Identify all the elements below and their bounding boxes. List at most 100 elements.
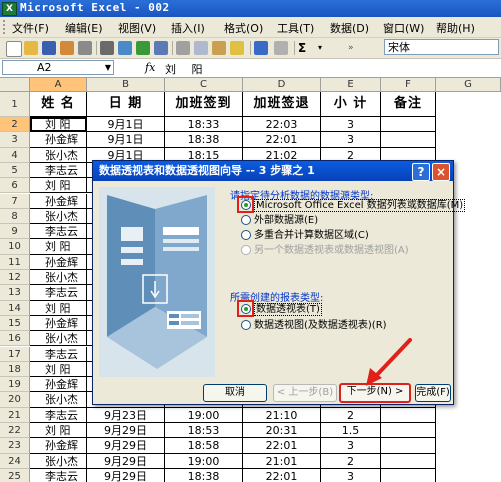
radio-consolidation[interactable]: 多重合并计算数据区域(C) (241, 229, 369, 242)
close-icon[interactable]: × (432, 163, 450, 181)
row-header-13[interactable]: 13 (0, 285, 30, 301)
row-header-18[interactable]: 18 (0, 361, 30, 378)
permission-icon[interactable] (60, 41, 74, 55)
row-header-16[interactable]: 16 (0, 331, 30, 347)
table-header-cell[interactable]: 小 计 (321, 92, 381, 117)
table-cell[interactable]: 李志云 (30, 346, 87, 362)
row-header-15[interactable]: 15 (0, 315, 30, 332)
menu-tools[interactable]: 工具(T) (277, 20, 314, 36)
table-cell[interactable]: 22:01 (243, 438, 321, 454)
autosum-dropdown-icon[interactable]: ▾ (318, 41, 332, 55)
row-header-1[interactable]: 1 (0, 92, 30, 117)
radio-excel-list[interactable]: Microsoft Office Excel 数据列表或数据库(M) (241, 199, 466, 212)
column-header-f[interactable]: F (381, 78, 436, 92)
table-cell[interactable]: 刘 阳 (30, 423, 87, 439)
table-cell[interactable]: 李志云 (30, 407, 87, 423)
table-cell[interactable]: 孙金辉 (30, 315, 87, 332)
row-header-3[interactable]: 3 (0, 132, 30, 148)
menu-edit[interactable]: 编辑(E) (65, 20, 103, 36)
table-cell[interactable]: 9月29日 (87, 468, 165, 482)
table-cell[interactable]: 18:38 (165, 132, 243, 148)
table-cell[interactable]: 张小杰 (30, 331, 87, 347)
column-header-e[interactable]: E (321, 78, 381, 92)
row-header-21[interactable]: 21 (0, 407, 30, 423)
table-cell-remark[interactable] (381, 132, 436, 148)
table-header-cell[interactable]: 加班签退 (243, 92, 321, 117)
cut-icon[interactable] (176, 41, 190, 55)
row-header-12[interactable]: 12 (0, 270, 30, 286)
table-header-cell[interactable]: 日 期 (87, 92, 165, 117)
table-cell[interactable]: 22:01 (243, 468, 321, 482)
table-header-cell[interactable]: 备注 (381, 92, 436, 117)
column-header-d[interactable]: D (243, 78, 321, 92)
column-header-b[interactable]: B (87, 78, 165, 92)
menu-window[interactable]: 窗口(W) (383, 20, 424, 36)
print-icon[interactable] (100, 41, 114, 55)
table-cell[interactable]: 9月29日 (87, 438, 165, 454)
column-header-a[interactable]: A (30, 78, 87, 92)
table-cell[interactable]: 9月29日 (87, 453, 165, 469)
email-icon[interactable] (78, 41, 92, 55)
table-cell[interactable]: 18:58 (165, 438, 243, 454)
font-name-box[interactable]: 宋体 (384, 39, 499, 55)
row-header-23[interactable]: 23 (0, 438, 30, 454)
table-header-cell[interactable]: 姓 名 (30, 92, 87, 117)
table-cell[interactable]: 18:38 (165, 468, 243, 482)
autosum-icon[interactable]: Σ (298, 41, 312, 55)
row-header-25[interactable]: 25 (0, 468, 30, 482)
row-header-8[interactable]: 8 (0, 208, 30, 225)
row-header-2[interactable]: 2 (0, 117, 30, 133)
row-header-19[interactable]: 19 (0, 377, 30, 393)
finish-button[interactable]: 完成(F) (415, 384, 451, 402)
table-cell[interactable]: 张小杰 (30, 147, 87, 163)
undo-icon[interactable] (254, 41, 268, 55)
table-cell[interactable]: 张小杰 (30, 453, 87, 469)
save-icon[interactable] (42, 41, 56, 55)
row-header-22[interactable]: 22 (0, 423, 30, 439)
row-header-20[interactable]: 20 (0, 392, 30, 408)
table-cell[interactable]: 1.5 (321, 423, 381, 439)
table-cell[interactable]: 9月1日 (87, 117, 165, 133)
copy-icon[interactable] (194, 41, 208, 55)
format-painter-icon[interactable] (230, 41, 244, 55)
menu-file[interactable]: 文件(F) (12, 20, 49, 36)
table-cell[interactable]: 22:03 (243, 117, 321, 133)
next-button[interactable]: 下一步(N) > (339, 383, 411, 403)
table-cell[interactable]: 20:31 (243, 423, 321, 439)
table-cell[interactable]: 18:53 (165, 423, 243, 439)
menu-format[interactable]: 格式(O) (224, 20, 263, 36)
radio-external-source[interactable]: 外部数据源(E) (241, 214, 318, 227)
name-box[interactable]: A2 ▼ (2, 60, 114, 75)
formula-content[interactable]: 刘 阳 (165, 61, 209, 77)
table-cell-remark[interactable] (381, 423, 436, 439)
menu-help[interactable]: 帮助(H) (436, 20, 475, 36)
row-header-7[interactable]: 7 (0, 193, 30, 209)
table-cell[interactable]: 19:00 (165, 453, 243, 469)
table-cell[interactable]: 孙金辉 (30, 132, 87, 148)
table-cell[interactable]: 刘 阳 (30, 239, 87, 255)
table-cell[interactable]: 张小杰 (30, 270, 87, 286)
table-cell[interactable]: 李志云 (30, 224, 87, 240)
table-cell-remark[interactable] (381, 468, 436, 482)
column-header-g[interactable]: G (436, 78, 501, 92)
row-header-6[interactable]: 6 (0, 178, 30, 194)
table-cell[interactable]: 9月23日 (87, 407, 165, 423)
table-cell[interactable]: 19:00 (165, 407, 243, 423)
row-header-17[interactable]: 17 (0, 346, 30, 362)
open-icon[interactable] (24, 41, 38, 55)
spelling-icon[interactable] (136, 41, 150, 55)
paste-icon[interactable] (212, 41, 226, 55)
row-header-10[interactable]: 10 (0, 239, 30, 255)
row-header-9[interactable]: 9 (0, 224, 30, 240)
table-cell[interactable]: 孙金辉 (30, 438, 87, 454)
row-header-14[interactable]: 14 (0, 300, 30, 316)
table-cell[interactable]: 李志云 (30, 162, 87, 179)
row-header-11[interactable]: 11 (0, 254, 30, 270)
table-cell[interactable]: 孙金辉 (30, 254, 87, 270)
radio-pivot-chart[interactable]: 数据透视图(及数据透视表)(R) (241, 319, 387, 332)
redo-icon[interactable] (274, 41, 288, 55)
menu-data[interactable]: 数据(D) (330, 20, 369, 36)
table-cell[interactable]: 3 (321, 117, 381, 133)
table-cell-remark[interactable] (381, 438, 436, 454)
research-icon[interactable] (154, 41, 168, 55)
